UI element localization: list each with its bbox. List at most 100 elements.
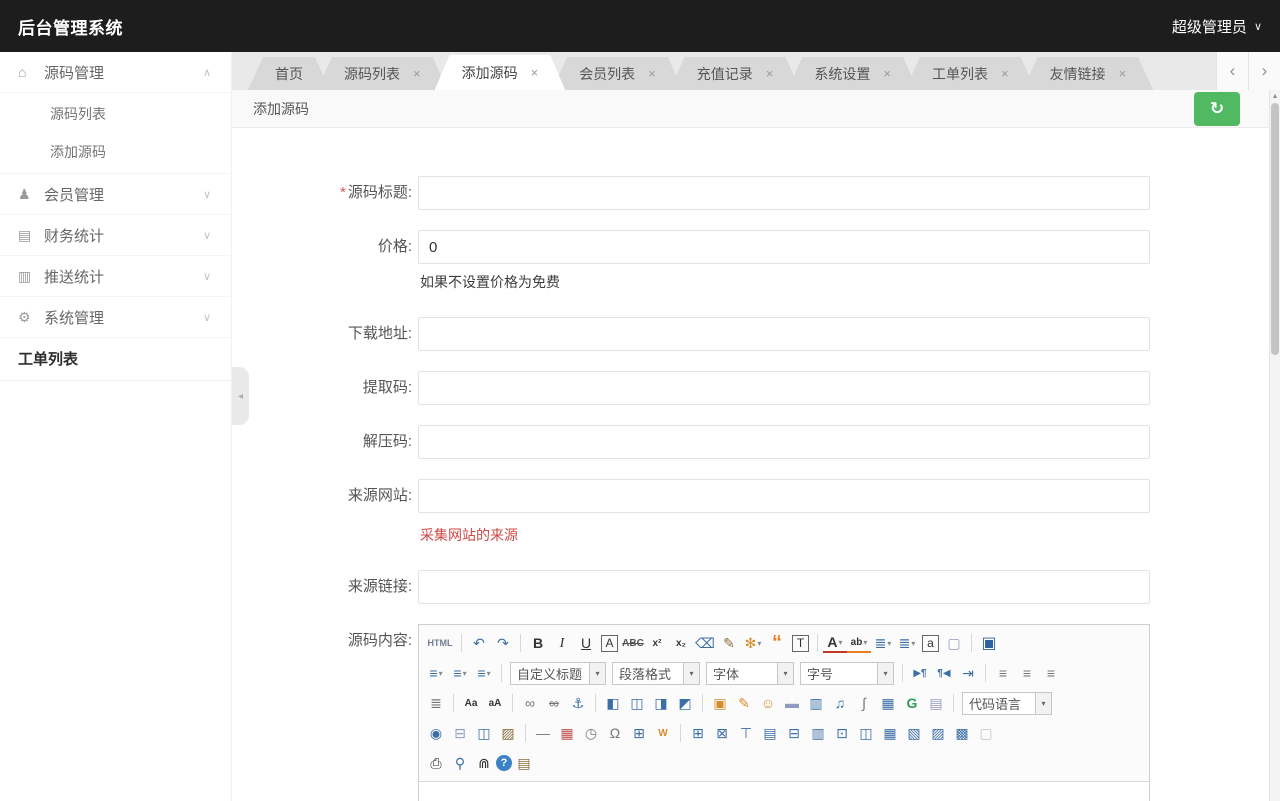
tab-work-orders[interactable]: 工单列表× (905, 57, 1036, 90)
emotion-button[interactable]: ☺ (756, 692, 780, 715)
anchor-button[interactable]: a (922, 635, 939, 652)
word-image-button[interactable]: ▤ (924, 692, 948, 715)
download-url-input[interactable] (418, 317, 1150, 351)
tab-scroll-left-button[interactable]: ‹ (1216, 52, 1248, 90)
tab-add-source[interactable]: 添加源码× (435, 55, 566, 90)
insert-video-button[interactable]: ▬ (780, 692, 804, 715)
paste-plain-button[interactable]: T (792, 635, 809, 652)
undo-icon[interactable]: ↶ (467, 632, 491, 655)
attachment-button[interactable]: ∫ (852, 692, 876, 715)
strikethrough-button[interactable]: ABC (621, 632, 645, 655)
custom-title-select[interactable]: 自定义标题▾ (510, 662, 606, 685)
gmap-button[interactable]: G (900, 692, 924, 715)
sidebar-item-finance-stats[interactable]: ▤财务统计∨ (0, 215, 231, 256)
paragraph-format-select[interactable]: 段落格式▾ (612, 662, 700, 685)
lowercase-button[interactable]: aA (483, 692, 507, 715)
code-language-select[interactable]: 代码语言▾ (962, 692, 1052, 715)
special-char-button[interactable]: Ω (603, 722, 627, 745)
link-button[interactable]: ∞ (518, 692, 542, 715)
insert-image-button[interactable]: ▣ (708, 692, 732, 715)
sidebar-subitem-add-source[interactable]: 添加源码 (0, 133, 231, 171)
merge-down-button[interactable]: ▧ (902, 722, 926, 745)
insert-table-button[interactable]: ⊞ (686, 722, 710, 745)
help-button[interactable]: ? (496, 755, 512, 771)
preview-button[interactable]: ⚲ (448, 752, 472, 775)
time-button[interactable]: ◷ (579, 722, 603, 745)
new-page-button[interactable]: ▢ (942, 632, 966, 655)
tab-close-icon[interactable]: × (1001, 67, 1009, 80)
ltr-paragraph-button[interactable]: ▶¶ (908, 662, 932, 685)
tab-scroll-right-button[interactable]: › (1248, 52, 1280, 90)
blockquote-button[interactable]: “ (765, 632, 789, 655)
tab-close-icon[interactable]: × (1119, 67, 1127, 80)
vertical-scrollbar[interactable]: ▴ (1269, 90, 1280, 801)
split-rows-button[interactable]: ▨ (926, 722, 950, 745)
underline-button[interactable]: U (574, 632, 598, 655)
para-top-space-button[interactable]: ≡▾ (424, 662, 448, 685)
tab-close-icon[interactable]: × (531, 66, 539, 79)
ordered-list-button[interactable]: ≣▾ (871, 632, 895, 655)
line-height-button[interactable]: ≡▾ (472, 662, 496, 685)
date-button[interactable]: ▦ (555, 722, 579, 745)
tab-friend-links[interactable]: 友情链接× (1023, 57, 1154, 90)
delete-col-button[interactable]: ⊡ (830, 722, 854, 745)
remove-format-button[interactable]: ⌫ (693, 632, 717, 655)
insert-frame-button[interactable]: ▥ (804, 692, 828, 715)
tab-close-icon[interactable]: × (413, 67, 421, 80)
tab-home[interactable]: 首页 (248, 57, 330, 90)
font-color-button[interactable]: A▾ (823, 633, 847, 653)
italic-button[interactable]: I (550, 632, 574, 655)
unordered-list-button[interactable]: ≣▾ (895, 632, 919, 655)
uppercase-button[interactable]: Aa (459, 692, 483, 715)
justify-button[interactable]: ≣ (424, 692, 448, 715)
tab-recharge-records[interactable]: 充值记录× (670, 57, 801, 90)
redo-icon[interactable]: ↷ (491, 632, 515, 655)
image-none-float-button[interactable]: ◫ (625, 692, 649, 715)
tab-close-icon[interactable]: × (883, 67, 891, 80)
html-source-button[interactable]: HTML (424, 632, 456, 655)
unlink-button[interactable]: ∞ (542, 692, 566, 715)
sidebar-item-work-orders[interactable]: 工单列表 (0, 338, 231, 381)
scrawl-button[interactable]: ✎ (732, 692, 756, 715)
source-site-input[interactable] (418, 479, 1150, 513)
snapscreen-button[interactable]: ◉ (424, 722, 448, 745)
auto-typeset-button[interactable]: ✻▾ (741, 632, 765, 655)
sidebar-item-member-manage[interactable]: ♟会员管理∨ (0, 174, 231, 215)
indent-button[interactable]: ⇥ (956, 662, 980, 685)
page-break-button[interactable]: ⊟ (448, 722, 472, 745)
user-menu[interactable]: 超级管理员 ∨ (1172, 16, 1262, 37)
source-title-input[interactable] (418, 176, 1150, 210)
table-title-button[interactable]: ⊤ (734, 722, 758, 745)
image-left-float-button[interactable]: ◧ (601, 692, 625, 715)
rtl-paragraph-button[interactable]: ¶◀ (932, 662, 956, 685)
music-button[interactable]: ♫ (828, 692, 852, 715)
scrollbar-thumb[interactable] (1271, 103, 1279, 355)
price-input[interactable] (418, 230, 1150, 264)
scrollbar-up-icon[interactable]: ▴ (1270, 90, 1280, 102)
superscript-button[interactable]: x² (645, 632, 669, 655)
refresh-button[interactable]: ↻ (1194, 92, 1240, 126)
sidebar-item-source-manage[interactable]: ⌂源码管理∧ (0, 52, 231, 93)
search-replace-button[interactable]: ⋒ (472, 752, 496, 775)
word-import-button[interactable]: W (651, 722, 675, 745)
fullscreen-button[interactable]: ▣ (977, 632, 1001, 655)
align-right-button[interactable]: ≡ (1039, 662, 1063, 685)
tab-member-list[interactable]: 会员列表× (552, 57, 683, 90)
merge-right-button[interactable]: ▦ (878, 722, 902, 745)
tab-source-list[interactable]: 源码列表× (317, 57, 448, 90)
merge-cells-button[interactable]: ◫ (854, 722, 878, 745)
formula-button[interactable]: ⊞ (627, 722, 651, 745)
bold-button[interactable]: B (526, 632, 550, 655)
align-center-button[interactable]: ≡ (1015, 662, 1039, 685)
unzip-code-input[interactable] (418, 425, 1150, 459)
para-bottom-space-button[interactable]: ≡▾ (448, 662, 472, 685)
tab-system-settings[interactable]: 系统设置× (787, 57, 918, 90)
font-family-select[interactable]: 字体▾ (706, 662, 794, 685)
tab-close-icon[interactable]: × (648, 67, 656, 80)
format-painter-button[interactable]: ✎ (717, 632, 741, 655)
editor-content-area[interactable] (419, 782, 1149, 801)
subscript-button[interactable]: x₂ (669, 632, 693, 655)
font-border-button[interactable]: A (601, 635, 618, 652)
split-cols-button[interactable]: ▩ (950, 722, 974, 745)
image-center-button[interactable]: ◩ (673, 692, 697, 715)
